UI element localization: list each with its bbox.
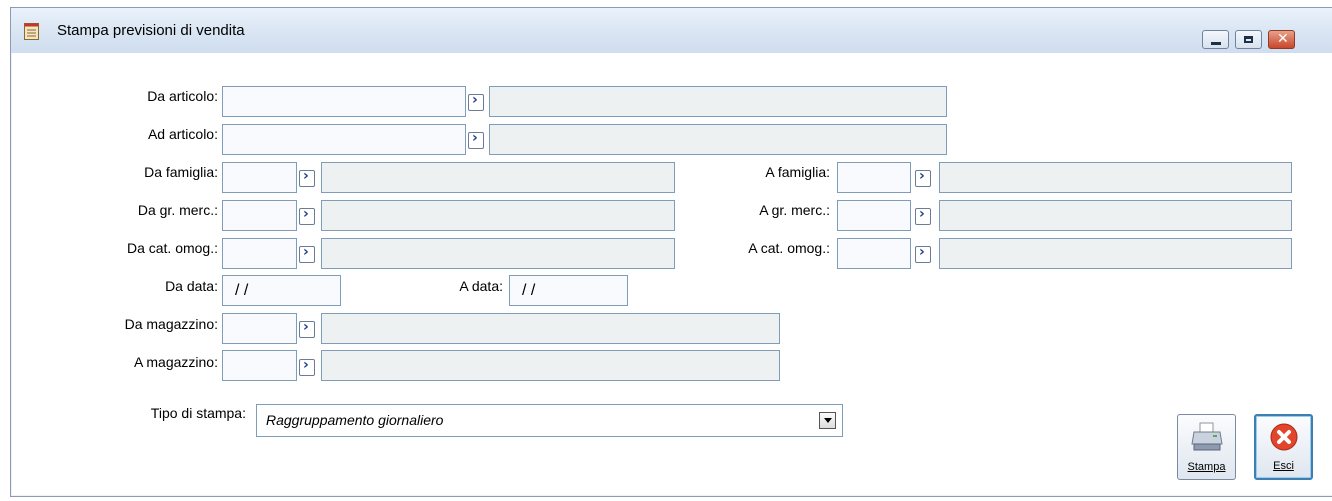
document-icon bbox=[24, 23, 39, 40]
a-famiglia-label: A famiglia: bbox=[765, 164, 830, 180]
da-famiglia-description bbox=[321, 162, 675, 193]
da-articolo-description bbox=[489, 86, 947, 117]
da-articolo-label: Da articolo: bbox=[147, 88, 218, 104]
tipo-stampa-value: Raggruppamento giornaliero bbox=[266, 412, 444, 428]
esci-label: Esci bbox=[1273, 460, 1294, 472]
a-famiglia-zoom-button[interactable] bbox=[915, 168, 931, 187]
a-magazzino-zoom-button[interactable] bbox=[299, 357, 315, 376]
close-icon bbox=[1270, 423, 1298, 451]
tipo-stampa-select[interactable]: Raggruppamento giornaliero bbox=[256, 404, 843, 437]
ad-articolo-description bbox=[489, 124, 947, 155]
da-cat-omog-label: Da cat. omog.: bbox=[126, 240, 218, 256]
a-data-label: A data: bbox=[459, 278, 503, 294]
a-cat-omog-zoom-button[interactable] bbox=[915, 244, 931, 263]
da-magazzino-code-input[interactable] bbox=[222, 313, 297, 344]
a-famiglia-code-input[interactable] bbox=[837, 162, 911, 193]
a-magazzino-code-input[interactable] bbox=[222, 350, 297, 381]
title-bar: Stampa previsioni di vendita ✕ bbox=[11, 8, 1332, 53]
da-articolo-code-input[interactable] bbox=[222, 86, 466, 117]
da-magazzino-label: Da magazzino: bbox=[124, 316, 218, 332]
close-icon: ✕ bbox=[1277, 31, 1289, 47]
stampa-button[interactable]: Stampa bbox=[1177, 414, 1236, 480]
da-gr-merc-description bbox=[321, 200, 675, 231]
a-gr-merc-code-input[interactable] bbox=[837, 200, 911, 231]
stampa-label: Stampa bbox=[1187, 461, 1226, 473]
da-famiglia-label: Da famiglia: bbox=[144, 164, 218, 180]
da-data-input[interactable]: / / bbox=[222, 275, 341, 306]
a-cat-omog-description bbox=[939, 238, 1292, 269]
a-famiglia-description bbox=[939, 162, 1292, 193]
a-cat-omog-code-input[interactable] bbox=[837, 238, 911, 269]
printer-icon bbox=[1191, 422, 1223, 451]
window-title: Stampa previsioni di vendita bbox=[57, 22, 245, 39]
minimize-button[interactable] bbox=[1202, 30, 1229, 49]
ad-articolo-code-input[interactable] bbox=[222, 124, 466, 155]
print-forecast-window: Stampa previsioni di vendita ✕ Da artico… bbox=[10, 7, 1332, 497]
da-cat-omog-code-input[interactable] bbox=[222, 238, 297, 269]
da-gr-merc-label: Da gr. merc.: bbox=[137, 202, 218, 218]
da-magazzino-zoom-button[interactable] bbox=[299, 319, 315, 338]
a-gr-merc-description bbox=[939, 200, 1292, 231]
da-articolo-zoom-button[interactable] bbox=[468, 92, 484, 111]
a-data-input[interactable]: / / bbox=[509, 275, 628, 306]
a-cat-omog-label: A cat. omog.: bbox=[748, 240, 830, 256]
minimize-icon bbox=[1211, 42, 1221, 45]
restore-icon bbox=[1244, 36, 1253, 43]
a-magazzino-label: A magazzino: bbox=[133, 354, 218, 370]
da-cat-omog-zoom-button[interactable] bbox=[299, 244, 315, 263]
da-famiglia-code-input[interactable] bbox=[222, 162, 297, 193]
a-magazzino-description bbox=[321, 350, 780, 381]
da-gr-merc-code-input[interactable] bbox=[222, 200, 297, 231]
ad-articolo-label: Ad articolo: bbox=[147, 126, 218, 142]
a-gr-merc-label: A gr. merc.: bbox=[759, 202, 830, 218]
da-data-label: Da data: bbox=[165, 278, 218, 294]
restore-button[interactable] bbox=[1235, 30, 1262, 49]
chevron-down-icon[interactable] bbox=[819, 412, 836, 429]
esci-button[interactable]: Esci bbox=[1254, 414, 1313, 480]
da-cat-omog-description bbox=[321, 238, 675, 269]
close-window-button[interactable]: ✕ bbox=[1268, 30, 1295, 49]
da-gr-merc-zoom-button[interactable] bbox=[299, 206, 315, 225]
a-gr-merc-zoom-button[interactable] bbox=[915, 206, 931, 225]
da-famiglia-zoom-button[interactable] bbox=[299, 168, 315, 187]
da-magazzino-description bbox=[321, 313, 780, 344]
ad-articolo-zoom-button[interactable] bbox=[468, 130, 484, 149]
tipo-stampa-label: Tipo di stampa: bbox=[150, 405, 246, 421]
